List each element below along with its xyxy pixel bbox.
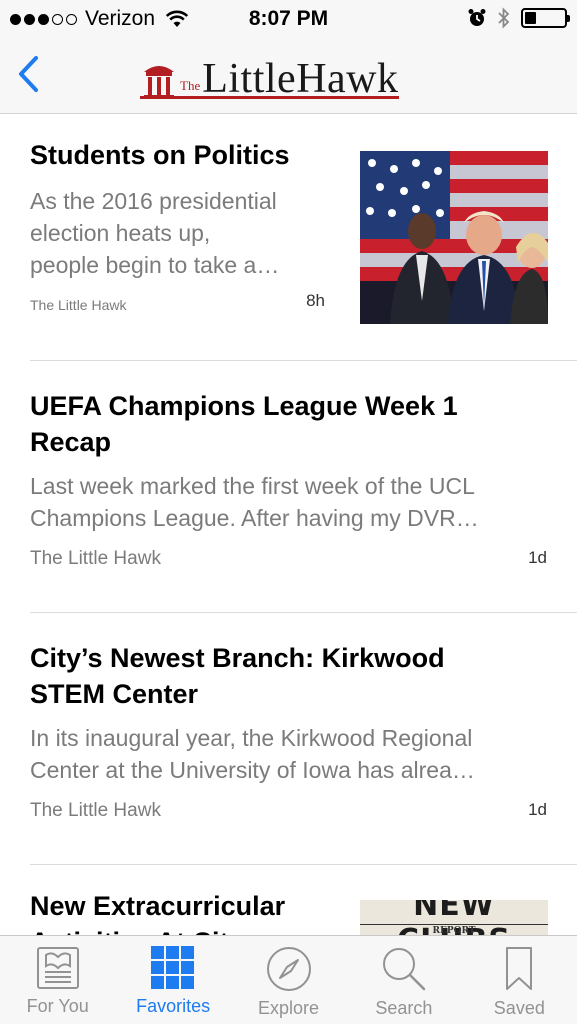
article-feed: Students on Politics As the 2016 preside…: [0, 115, 577, 935]
tab-for-you[interactable]: For You: [0, 936, 115, 1024]
status-bar: Verizon 8:07 PM: [0, 0, 577, 38]
building-icon: [144, 66, 174, 99]
tab-search[interactable]: Search: [346, 936, 461, 1024]
article-card-3[interactable]: City’s Newest Branch: Kirkwood STEM Cent…: [30, 640, 577, 840]
thumbnail-subtitle: REPORT: [432, 926, 476, 935]
article-divider: [30, 864, 577, 865]
article-excerpt: In its inaugural year, the Kirkwood Regi…: [30, 725, 475, 783]
logo-the-text: The: [180, 78, 201, 93]
article-divider: [30, 612, 577, 613]
compass-icon: [266, 947, 311, 991]
tab-explore[interactable]: Explore: [231, 936, 346, 1024]
battery-level: [525, 12, 537, 24]
back-button[interactable]: [10, 52, 46, 96]
battery-icon: [521, 8, 570, 28]
article-source: The Little Hawk: [30, 800, 161, 821]
article-divider: [30, 360, 577, 361]
bluetooth-icon: [498, 7, 510, 29]
logo-underline: [140, 96, 399, 99]
tab-label: For You: [26, 996, 89, 1016]
bookmark-icon: [506, 947, 533, 990]
article-headline: City’s Newest Branch: Kirkwood STEM Cent…: [30, 643, 445, 709]
tab-label: Search: [375, 998, 433, 1018]
publication-logo: The LittleHawk: [140, 50, 399, 100]
article-source: The Little Hawk: [30, 548, 161, 569]
grid-icon: [151, 946, 195, 989]
tab-saved[interactable]: Saved: [462, 936, 577, 1024]
newspaper-icon: [36, 947, 79, 989]
article-age: 8h: [306, 291, 325, 310]
tab-favorites[interactable]: Favorites: [115, 936, 230, 1024]
alarm-icon: [468, 9, 486, 26]
article-age: 1d: [528, 800, 547, 819]
article-headline: UEFA Champions League Week 1 Recap: [30, 391, 458, 457]
logo-title: LittleHawk: [202, 56, 399, 102]
article-excerpt: As the 2016 presidential election heats …: [30, 188, 280, 278]
navigation-bar: The LittleHawk: [0, 38, 577, 114]
tab-label: Favorites: [136, 996, 211, 1016]
search-icon: [382, 948, 426, 991]
chevron-left-icon: [19, 56, 38, 92]
article-age: 1d: [528, 548, 547, 567]
tab-label: Explore: [258, 998, 320, 1018]
article-meta: The Little Hawk 8h: [30, 291, 325, 315]
article-source: The Little Hawk: [30, 297, 127, 313]
article-thumbnail: NEW CLUBS REPORT: [360, 900, 548, 935]
article-thumbnail: [360, 151, 548, 324]
article-excerpt: Last week marked the first week of the U…: [30, 473, 479, 531]
tab-label: Saved: [493, 998, 545, 1018]
tab-bar: For You Favorites Explore Search Saved: [0, 935, 577, 1024]
article-card-1[interactable]: Students on Politics As the 2016 preside…: [30, 137, 577, 357]
article-card-2[interactable]: UEFA Champions League Week 1 Recap Last …: [30, 388, 577, 588]
article-meta: The Little Hawk 1d: [30, 548, 577, 570]
article-card-4[interactable]: New Extracurricular Activities At City N…: [30, 888, 577, 935]
article-meta: The Little Hawk 1d: [30, 800, 577, 822]
